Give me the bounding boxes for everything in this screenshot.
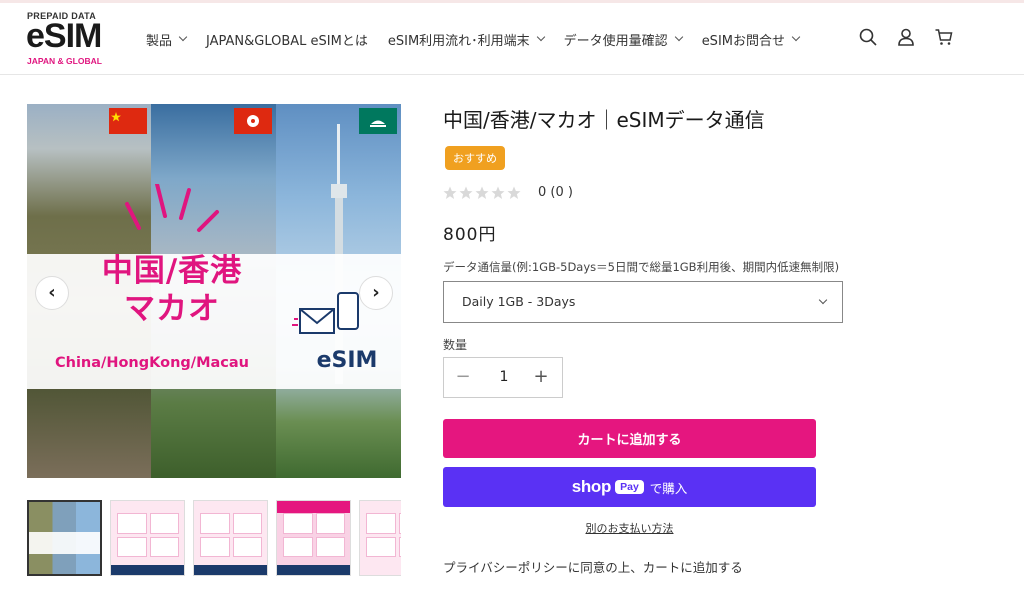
header-icons (858, 27, 954, 47)
thumb-grid (200, 513, 262, 557)
product-price: 800円 (443, 225, 497, 245)
image-title: 中国/香港 マカオ (67, 252, 277, 328)
thumbnail-1[interactable] (27, 500, 102, 576)
variant-label: データ通信量(例:1GB-5Days＝5日間で総量1GB利用後、期間内低速無制限… (443, 260, 840, 274)
nav-contact[interactable]: eSIMお問合せ (701, 30, 801, 49)
shop-pay-pill: Pay (615, 480, 644, 494)
thumbnail-2[interactable] (110, 500, 185, 576)
logo-esim: eSIM (26, 17, 102, 55)
thumbnail-3[interactable] (193, 500, 268, 576)
thumb-grid (366, 513, 401, 557)
quantity-stepper: − 1 + (443, 357, 563, 398)
nav-label: JAPAN&GLOBAL eSIMとは (206, 33, 368, 49)
search-icon[interactable] (858, 27, 878, 47)
quantity-decrease-button[interactable]: − (448, 366, 478, 387)
image-esim-label: eSIM (316, 348, 378, 373)
thumb-footer (111, 565, 184, 575)
nav-about[interactable]: JAPAN&GLOBAL eSIMとは (206, 30, 368, 49)
star-icon (459, 186, 473, 199)
recommended-badge: おすすめ (445, 146, 505, 170)
site-logo[interactable]: PREPAID DATA eSIM JAPAN & GLOBAL (26, 11, 115, 67)
thumbnail-4[interactable] (276, 500, 351, 576)
nav-label: データ使用量確認 (563, 33, 668, 49)
quantity-increase-button[interactable]: + (526, 366, 556, 387)
star-icon (443, 186, 457, 199)
chevron-down-icon (536, 32, 545, 42)
cart-icon[interactable] (934, 27, 954, 47)
logo-japan-global: JAPAN & GLOBAL (27, 56, 102, 66)
star-icon (491, 186, 505, 199)
product-main-image[interactable]: 中国/香港 マカオ China/HongKong/Macau eSIM ‹ › (27, 104, 401, 478)
chevron-down-icon (178, 32, 188, 42)
star-icon (475, 186, 489, 199)
variant-value: Daily 1GB - 3Days (462, 294, 576, 309)
gallery-prev-button[interactable]: ‹ (35, 276, 69, 310)
privacy-note: プライバシーポリシーに同意の上、カートに追加する (443, 560, 743, 575)
star-rating (443, 186, 521, 200)
thumbnail-5[interactable] (359, 500, 401, 576)
quantity-input[interactable]: 1 (484, 369, 524, 385)
thumb-footer (277, 565, 350, 575)
star-icon (507, 186, 521, 199)
rating-count[interactable]: 0 (0 ) (538, 185, 573, 200)
chevron-left-icon: ‹ (48, 282, 56, 303)
more-payment-options-link[interactable]: 別のお支払い方法 (443, 520, 816, 536)
thumb-grid (283, 513, 345, 557)
site-header: PREPAID DATA eSIM JAPAN & GLOBAL 製品 JAPA… (0, 3, 1024, 75)
main-nav: 製品 JAPAN&GLOBAL eSIMとは eSIM利用流れ･利用端末 データ… (146, 3, 819, 75)
buy-now-label: で購入 (649, 480, 688, 496)
add-to-cart-button[interactable]: カートに追加する (443, 419, 816, 458)
macau-flag-icon (359, 108, 397, 134)
nav-label: eSIMお問合せ (701, 33, 785, 49)
chevron-right-icon: › (372, 282, 380, 303)
chevron-down-icon (674, 32, 683, 42)
image-title-line1: 中国/香港 (101, 253, 243, 289)
quantity-label: 数量 (443, 338, 468, 352)
thumb-band (29, 532, 100, 554)
gallery-next-button[interactable]: › (359, 276, 393, 310)
account-icon[interactable] (896, 27, 916, 47)
thumb-header (277, 501, 350, 513)
thumb-footer (194, 565, 267, 575)
thumbnail-strip (27, 500, 401, 576)
variant-select[interactable]: Daily 1GB - 3Days (443, 281, 843, 323)
image-caption: China/HongKong/Macau (55, 355, 249, 371)
china-flag-icon (109, 108, 147, 134)
chevron-down-icon (791, 32, 801, 42)
envelope-phone-icon (292, 292, 359, 334)
decorative-rays (125, 184, 219, 232)
image-title-line2: マカオ (124, 291, 220, 327)
hongkong-flag-icon (234, 108, 272, 134)
shop-pay-logo-text: shop (571, 477, 612, 496)
nav-label: eSIM利用流れ･利用端末 (387, 33, 530, 49)
product-title: 中国/香港/マカオ｜eSIMデータ通信 (443, 108, 765, 132)
chevron-down-icon (818, 295, 828, 305)
thumb-grid (117, 513, 179, 557)
nav-label: 製品 (146, 33, 173, 49)
nav-data-check[interactable]: データ使用量確認 (563, 30, 683, 49)
nav-usage-flow[interactable]: eSIM利用流れ･利用端末 (387, 30, 545, 49)
shop-pay-button[interactable]: shop Pay で購入 (443, 467, 816, 507)
nav-products[interactable]: 製品 (146, 30, 188, 49)
